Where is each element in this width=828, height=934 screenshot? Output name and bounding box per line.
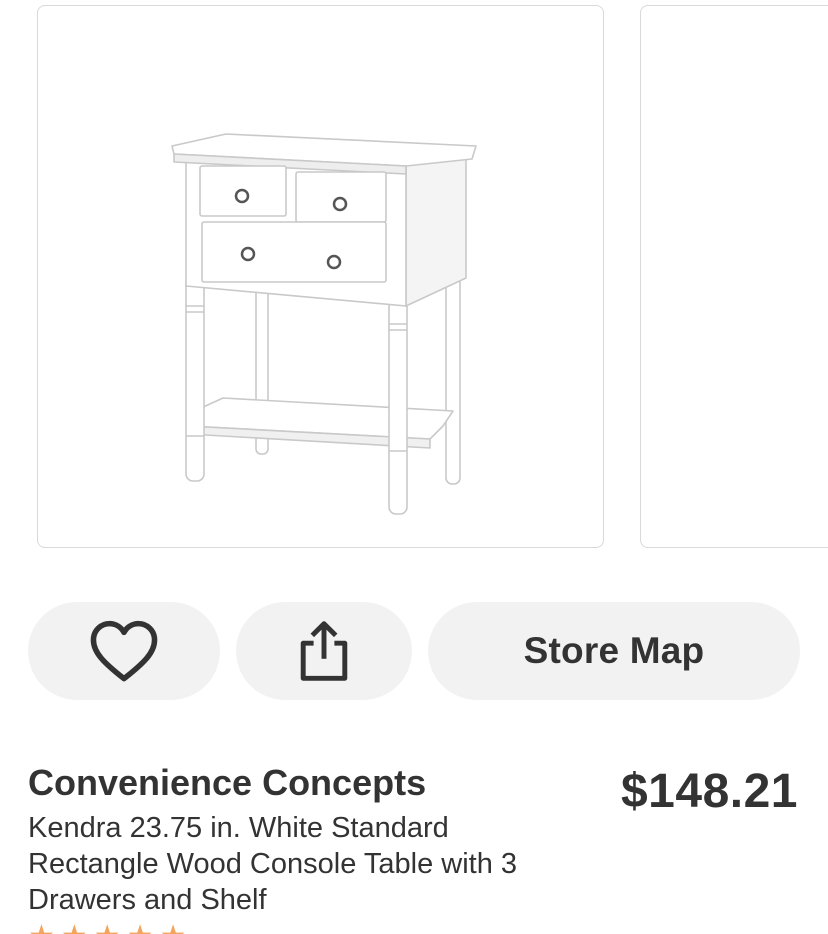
rating-stars[interactable]: ★★★★★	[28, 922, 192, 934]
favorite-button[interactable]	[28, 602, 220, 700]
share-button[interactable]	[236, 602, 412, 700]
product-image-card[interactable]	[37, 5, 604, 548]
image-gallery[interactable]	[0, 0, 828, 560]
action-bar: Store Map	[0, 602, 828, 700]
next-image-card[interactable]	[640, 5, 828, 548]
console-table-image	[171, 133, 477, 515]
product-title[interactable]: Kendra 23.75 in. White Standard Rectangl…	[28, 810, 528, 918]
share-icon	[300, 621, 348, 681]
product-brand[interactable]: Convenience Concepts	[28, 762, 426, 804]
product-price: $148.21	[620, 765, 798, 818]
heart-outline-icon	[90, 620, 158, 682]
store-map-button[interactable]: Store Map	[428, 602, 800, 700]
